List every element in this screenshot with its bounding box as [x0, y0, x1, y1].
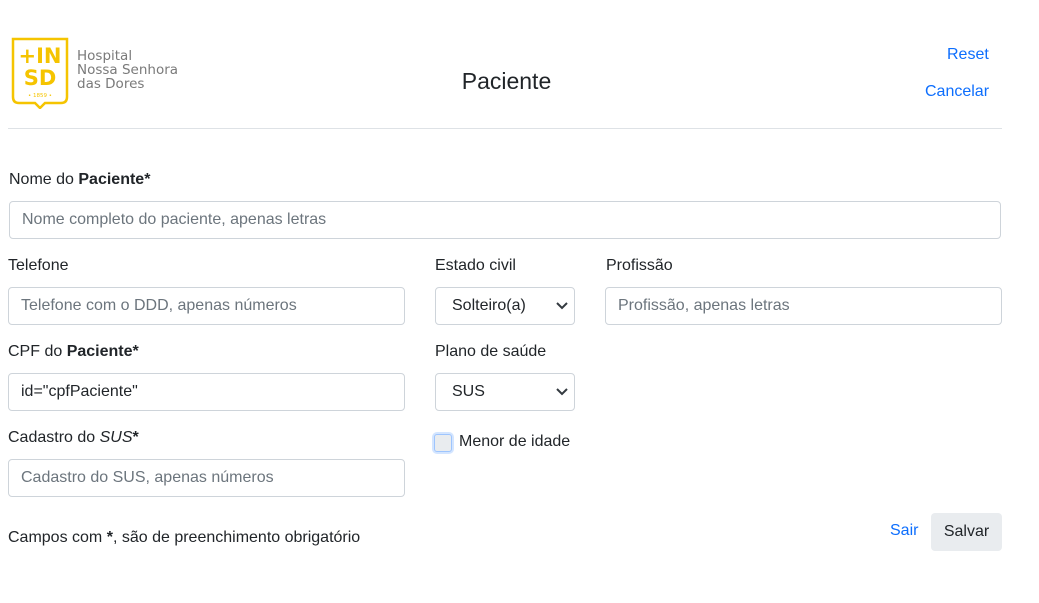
- nome-label-bold: Paciente*: [78, 171, 151, 188]
- nome-label: Nome do Paciente*: [9, 171, 150, 189]
- estado-civil-label: Estado civil: [435, 257, 516, 274]
- profissao-label: Profissão: [606, 257, 673, 274]
- estado-civil-select[interactable]: Solteiro(a): [435, 287, 575, 325]
- plano-select[interactable]: SUS: [435, 373, 575, 411]
- telefone-label: Telefone: [8, 257, 69, 274]
- required-fields-note: Campos com *, são de preenchimento obrig…: [8, 529, 360, 547]
- page-title: Paciente: [461, 68, 552, 94]
- cpf-label: CPF do Paciente*: [8, 343, 139, 361]
- menor-label: Menor de idade: [459, 433, 571, 450]
- header-divider: [8, 128, 1002, 129]
- required-note-suffix: , são de preenchimento obrigatório: [112, 529, 361, 546]
- cpf-label-text: CPF do: [8, 343, 67, 360]
- profissao-input[interactable]: Profissão, apenas letras: [605, 287, 1002, 325]
- sus-input[interactable]: Cadastro do SUS, apenas números: [8, 459, 405, 497]
- reset-link[interactable]: Reset: [947, 46, 989, 64]
- svg-text:+IN: +IN: [19, 44, 62, 68]
- required-note-prefix: Campos com: [8, 529, 107, 546]
- hospital-name-line1: Hospital: [77, 48, 133, 64]
- nome-input[interactable]: Nome completo do paciente, apenas letras: [9, 201, 1001, 239]
- menor-checkbox[interactable]: [434, 434, 452, 452]
- chevron-down-icon: [552, 302, 572, 310]
- salvar-button[interactable]: Salvar: [931, 513, 1002, 551]
- sus-label-star: *: [132, 429, 139, 446]
- sus-label-italic: SUS: [99, 429, 133, 446]
- chevron-down-icon: [552, 388, 572, 396]
- cancel-link[interactable]: Cancelar: [925, 83, 989, 101]
- plano-label: Plano de saúde: [435, 343, 547, 360]
- sair-button[interactable]: Sair: [890, 522, 918, 540]
- cpf-label-bold: Paciente*: [66, 343, 139, 360]
- plano-value: SUS: [452, 383, 485, 400]
- nome-label-text: Nome do: [9, 171, 79, 188]
- sus-label: Cadastro do SUS*: [8, 429, 139, 447]
- cpf-input[interactable]: id="cpfPaciente": [8, 373, 405, 411]
- sus-label-text: Cadastro do: [8, 429, 100, 446]
- estado-civil-value: Solteiro(a): [452, 297, 526, 314]
- telefone-input[interactable]: Telefone com o DDD, apenas números: [8, 287, 405, 325]
